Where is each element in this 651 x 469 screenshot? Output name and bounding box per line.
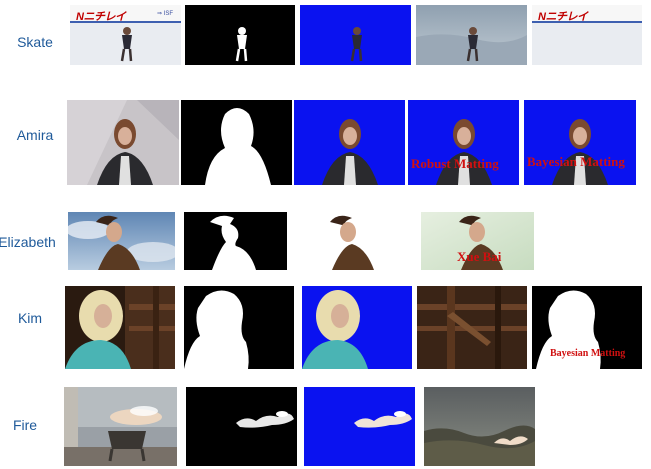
elizabeth-white-composite [302,212,405,270]
skate-new-background-composite [416,5,527,65]
skate-background-plate: Nニチレイ [532,5,642,65]
amira-bayesian-matting-composite: Bayesian Matting [524,100,636,185]
row-label-elizabeth: Elizabeth [0,234,56,250]
kim-background-plate [417,286,527,369]
amira-robust-matting-label: Robust Matting [411,156,499,171]
skate-banner-small-text: ⇒ ISF [156,11,173,17]
fire-alpha-matte [186,387,297,466]
row-label-amira: Amira [16,127,54,143]
amira-bayesian-matting-label: Bayesian Matting [527,154,625,169]
amira-robust-matting-composite: Robust Matting [408,100,519,185]
kim-alpha-matte [184,286,294,369]
amira-alpha-matte [181,100,292,185]
amira-blue-composite [294,100,405,185]
elizabeth-xue-bai-composite: Xue Bai [421,212,534,270]
row-label-fire: Fire [12,417,38,433]
elizabeth-alpha-matte [184,212,287,270]
fire-original-image [64,387,177,466]
kim-bayesian-matting-matte: Bayesian Matting [532,286,642,369]
fire-blue-composite [304,387,415,466]
row-label-skate: Skate [17,34,53,50]
skate-banner-text: Nニチレイ [76,11,126,23]
skate-plate-banner-text: Nニチレイ [538,11,588,23]
skate-original-image: Nニチレイ ⇒ ISF [70,5,181,65]
row-label-kim: Kim [17,310,43,326]
kim-original-image [65,286,175,369]
amira-original-image [67,100,179,185]
kim-bayesian-matting-label: Bayesian Matting [550,348,626,359]
skate-blue-composite [300,5,411,65]
kim-blue-composite [302,286,412,369]
fire-new-background-composite [424,387,535,466]
elizabeth-xue-bai-label: Xue Bai [457,249,502,264]
skate-alpha-matte [185,5,295,65]
elizabeth-original-image [68,212,175,270]
